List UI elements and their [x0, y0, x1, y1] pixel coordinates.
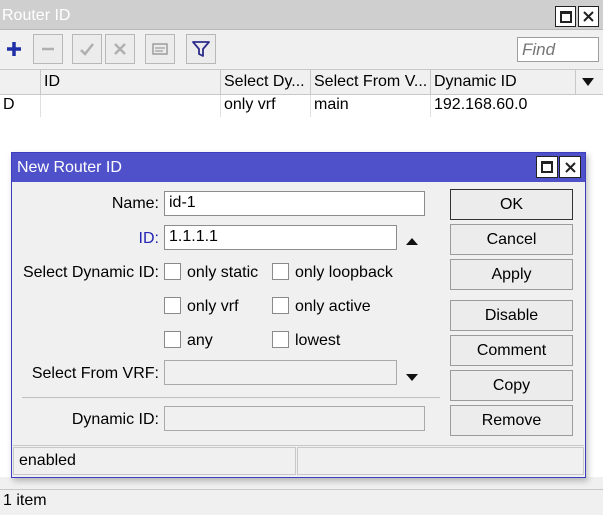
dialog-status-text: enabled [13, 447, 296, 475]
dialog-close-button[interactable] [559, 156, 581, 178]
column-header-select-dynamic[interactable]: Select Dy... [220, 70, 310, 95]
lowest-checkbox[interactable] [272, 331, 289, 348]
filter-button[interactable] [186, 34, 216, 64]
comment-button[interactable] [145, 34, 175, 64]
column-menu-button[interactable] [575, 70, 603, 95]
name-label: Name: [111, 195, 159, 212]
maximize-icon [559, 10, 572, 23]
window-titlebar: Router ID [0, 0, 603, 30]
id-label: ID: [138, 230, 159, 247]
remove-button[interactable]: Remove [450, 405, 573, 436]
check-icon [80, 43, 94, 56]
status-bar: 1 item [0, 489, 603, 515]
table-row[interactable]: D only vrf main 192.168.60.0 [0, 95, 603, 117]
column-header-select-from-vrf[interactable]: Select From V... [310, 70, 430, 95]
new-router-id-dialog: New Router ID Name: id-1 ID: 1.1.1.1 Sel… [11, 152, 586, 478]
dialog-maximize-button[interactable] [536, 156, 558, 178]
maximize-button[interactable] [555, 6, 576, 27]
row-select-dynamic: only vrf [220, 95, 310, 117]
toolbar [0, 31, 603, 68]
lowest-label: lowest [295, 332, 341, 349]
maximize-icon [541, 161, 553, 173]
close-icon [564, 161, 576, 173]
close-button[interactable] [578, 6, 599, 27]
comment-button[interactable]: Comment [450, 335, 573, 366]
filter-icon [192, 41, 210, 57]
dialog-titlebar[interactable]: New Router ID [12, 153, 585, 182]
row-flag: D [3, 96, 15, 113]
copy-button[interactable]: Copy [450, 370, 573, 401]
minus-icon [42, 47, 54, 51]
name-field[interactable]: id-1 [164, 191, 425, 216]
select-vrf-dropdown-button[interactable] [405, 369, 419, 387]
only-loopback-label: only loopback [295, 264, 393, 281]
dialog-status-text-2 [297, 447, 584, 475]
find-input[interactable] [517, 37, 599, 62]
ok-button[interactable]: OK [450, 189, 573, 220]
only-loopback-checkbox[interactable] [272, 263, 289, 280]
cancel-button[interactable]: Cancel [450, 224, 573, 255]
select-vrf-label: Select From VRF: [31, 365, 159, 382]
only-vrf-label: only vrf [187, 298, 239, 315]
add-button[interactable] [0, 34, 27, 64]
any-checkbox[interactable] [164, 331, 181, 348]
select-vrf-field[interactable] [164, 360, 397, 385]
plus-icon [6, 42, 21, 56]
any-label: any [187, 332, 213, 349]
row-id [40, 95, 220, 117]
remove-button[interactable] [33, 34, 63, 64]
comment-icon [152, 43, 168, 55]
close-icon [583, 11, 594, 22]
divider [22, 397, 440, 398]
only-vrf-checkbox[interactable] [164, 297, 181, 314]
column-header-id[interactable]: ID [40, 70, 220, 95]
table-header: ID Select Dy... Select From V... Dynamic… [0, 69, 603, 95]
column-header-dynamic-id[interactable]: Dynamic ID [430, 70, 575, 95]
chevron-down-icon [582, 78, 594, 86]
chevron-down-icon [406, 374, 418, 381]
only-active-checkbox[interactable] [272, 297, 289, 314]
dynamic-id-field [164, 406, 425, 431]
dialog-title: New Router ID [17, 159, 122, 176]
enable-button[interactable] [72, 34, 102, 64]
select-dynamic-label: Select Dynamic ID: [22, 264, 159, 281]
id-field[interactable]: 1.1.1.1 [164, 225, 397, 250]
apply-button[interactable]: Apply [450, 259, 573, 290]
collapse-id-button[interactable] [405, 233, 419, 251]
window-title: Router ID [2, 7, 71, 24]
row-select-from-vrf: main [310, 95, 430, 117]
disable-button[interactable] [105, 34, 135, 64]
row-dynamic-id: 192.168.60.0 [430, 95, 575, 117]
cross-icon [114, 43, 126, 55]
only-static-label: only static [187, 264, 259, 281]
triangle-up-icon [406, 238, 418, 245]
dialog-status-bar: enabled [13, 445, 584, 476]
only-static-checkbox[interactable] [164, 263, 181, 280]
disable-button[interactable]: Disable [450, 300, 573, 331]
item-count: 1 item [3, 492, 47, 509]
only-active-label: only active [295, 298, 371, 315]
column-header-flag[interactable] [0, 70, 40, 95]
dynamic-id-label: Dynamic ID: [71, 411, 159, 428]
